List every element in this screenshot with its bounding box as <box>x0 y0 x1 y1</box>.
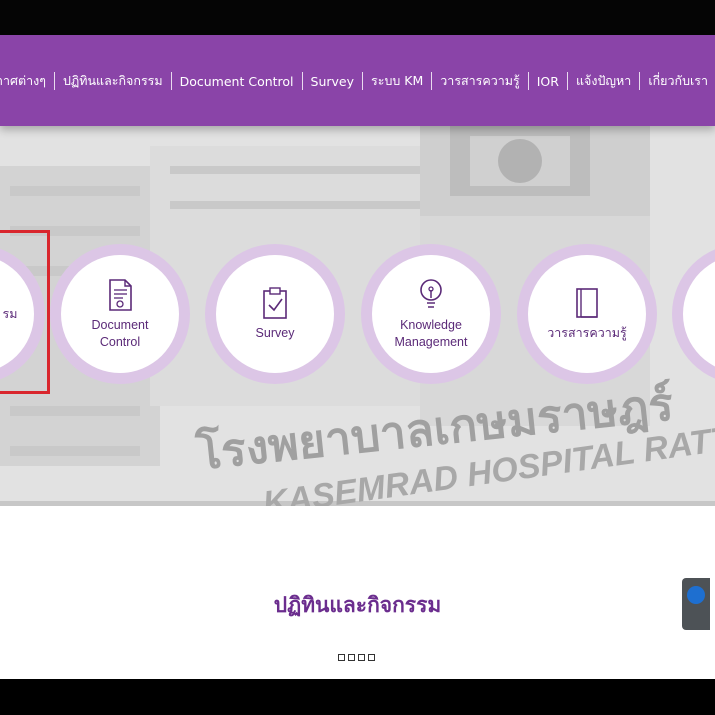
nav-item-announcements[interactable]: าาศต่างๆ <box>0 71 54 91</box>
nav-item-report-problem[interactable]: แจ้งปัญหา <box>568 71 639 91</box>
card-journal[interactable]: วารสารความรู้ <box>517 244 657 384</box>
document-certificate-icon <box>109 278 132 311</box>
card-survey[interactable]: Survey <box>205 244 345 384</box>
selection-highlight <box>0 230 50 394</box>
card-document-control[interactable]: Document Control <box>50 244 190 384</box>
teamviewer-icon <box>687 586 705 604</box>
main-content: ปฏิทินและกิจกรรม <box>0 506 715 679</box>
card-knowledge-management[interactable]: Knowledge Management <box>361 244 501 384</box>
remote-support-widget[interactable] <box>682 578 710 630</box>
slider-dot[interactable] <box>348 654 355 661</box>
browser-bottom-bar <box>0 679 715 715</box>
card-label: วารสารความรู้ <box>547 326 627 341</box>
main-navigation: าาศต่างๆ ปฏิทินและกิจกรรม Document Contr… <box>0 35 715 126</box>
lightbulb-icon <box>420 278 442 308</box>
nav-item-calendar[interactable]: ปฏิทินและกิจกรรม <box>55 71 171 91</box>
nav-item-survey[interactable]: Survey <box>303 74 362 89</box>
browser-top-bar <box>0 0 715 35</box>
nav-item-km[interactable]: ระบบ KM <box>363 71 431 91</box>
slider-dot[interactable] <box>368 654 375 661</box>
slider-dot[interactable] <box>338 654 345 661</box>
card-label: Survey <box>255 326 295 341</box>
book-icon <box>576 288 598 318</box>
nav-item-journal[interactable]: วารสารความรู้ <box>432 71 527 91</box>
nav-item-document-control[interactable]: Document Control <box>172 74 302 89</box>
card-label: Knowledge Management <box>394 317 468 349</box>
slider-pagination <box>338 654 375 661</box>
nav-item-about[interactable]: เกี่ยวกับเรา <box>640 71 715 91</box>
nav-item-ior[interactable]: IOR <box>529 74 567 89</box>
card-label: Document Control <box>91 317 149 349</box>
clipboard-check-icon <box>263 287 287 319</box>
section-title: ปฏิทินและกิจกรรม <box>273 594 442 617</box>
slider-dot[interactable] <box>358 654 365 661</box>
hero-banner: โรงพยาบาลเกษมราษฎร์ KASEMRAD HOSPITAL RA… <box>0 126 715 506</box>
